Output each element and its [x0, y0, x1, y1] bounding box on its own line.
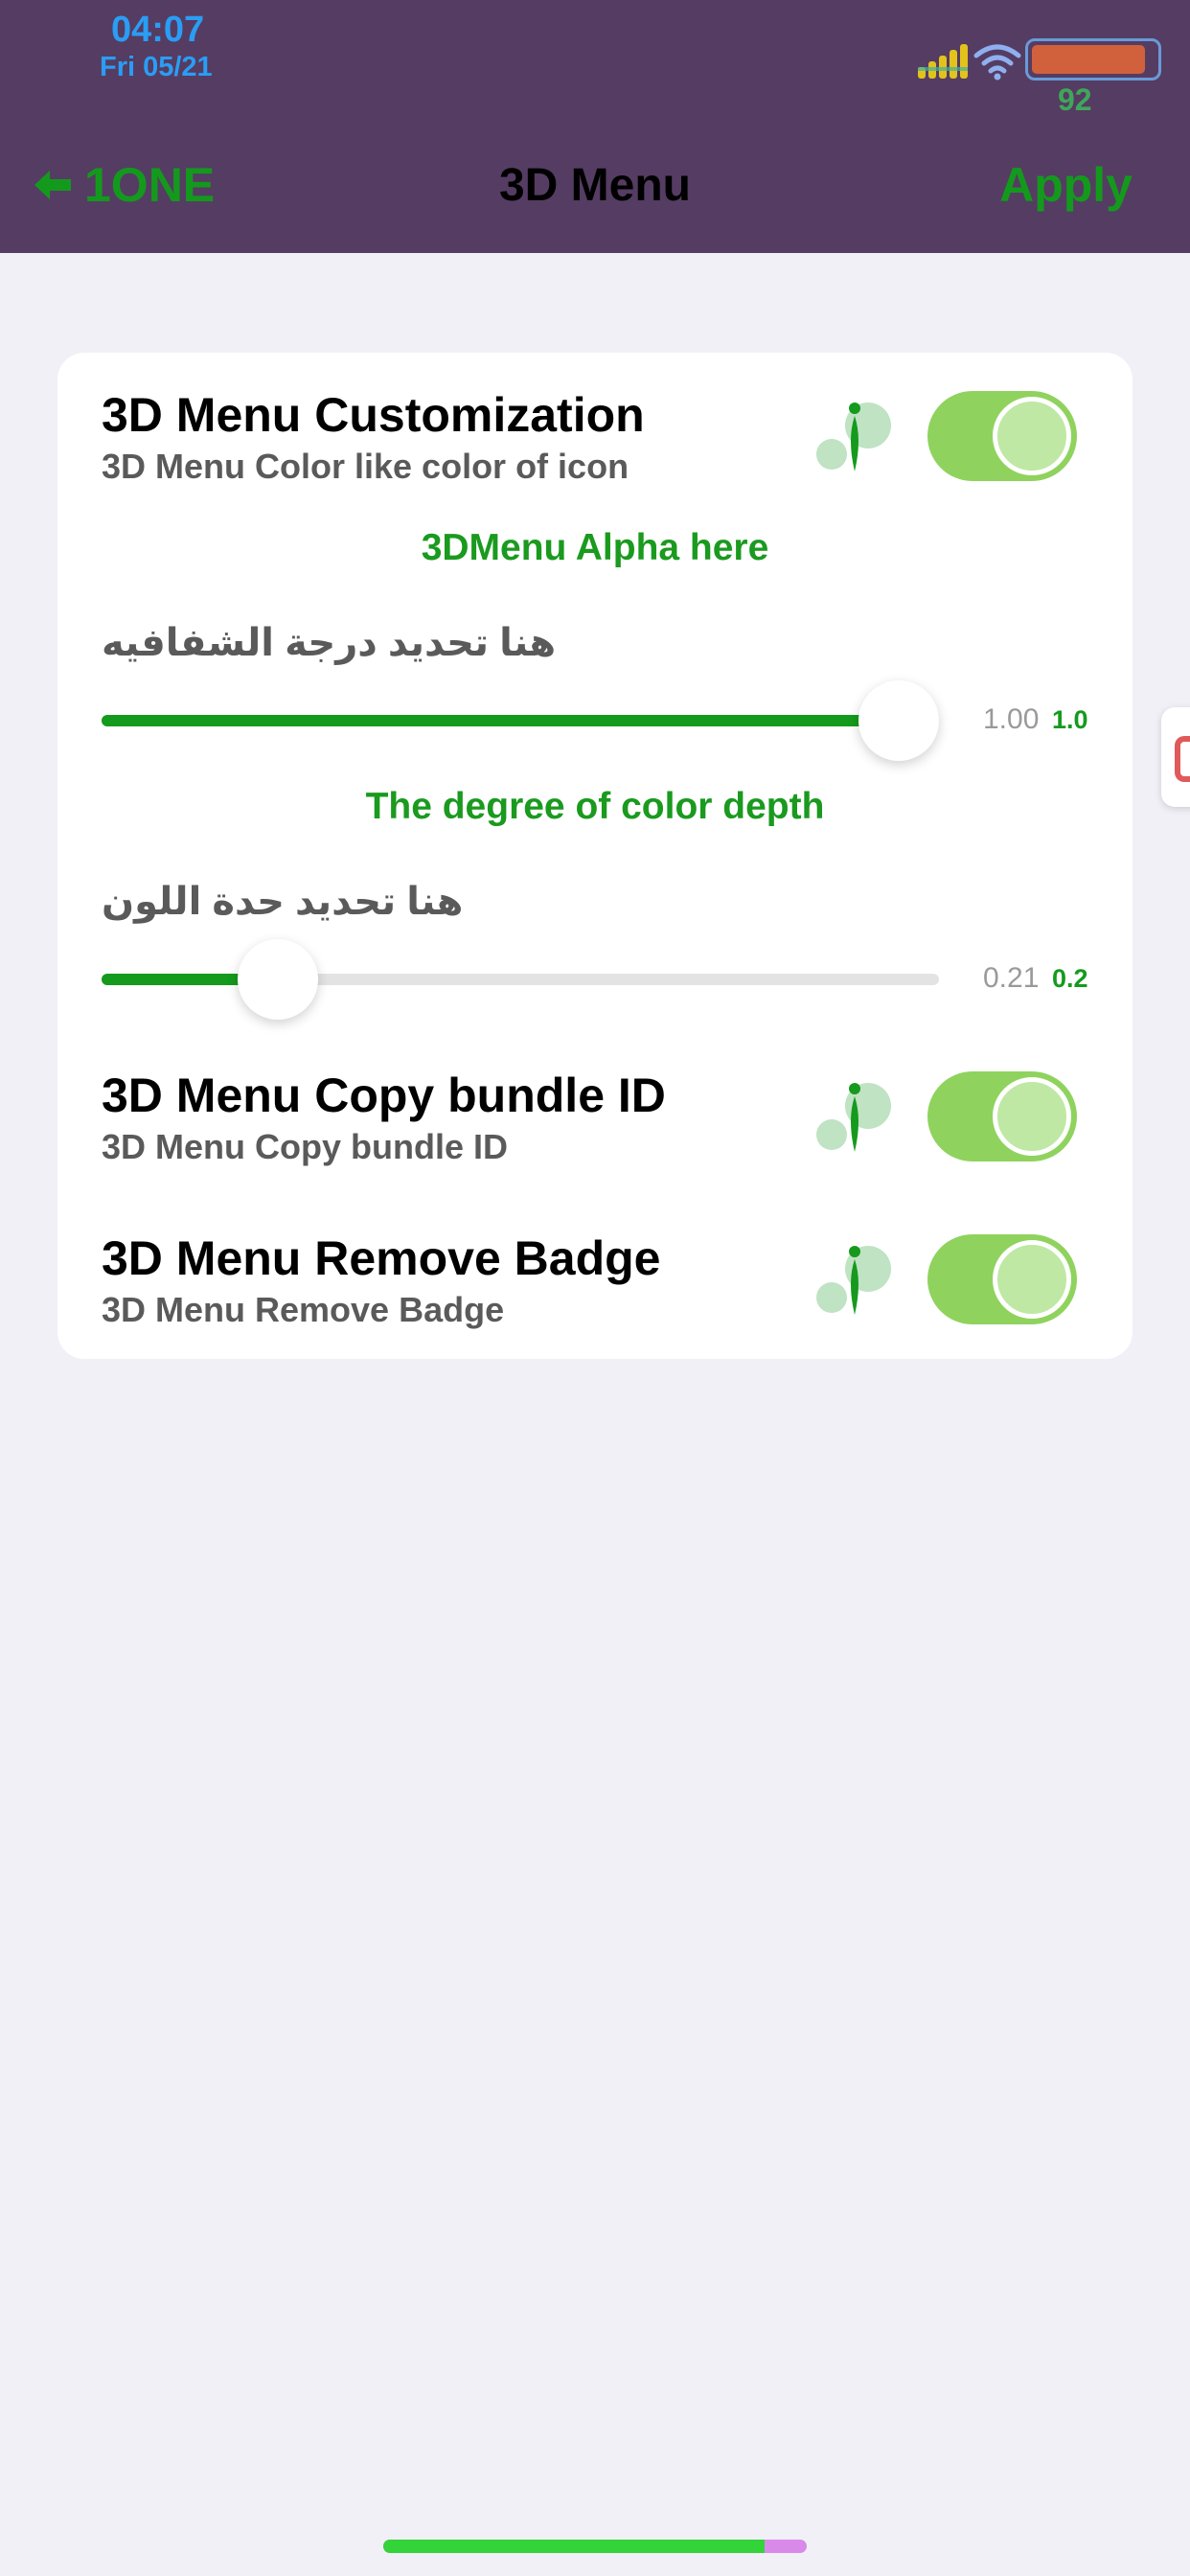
status-time: 04:07 — [111, 10, 205, 50]
alpha-heading: 3DMenu Alpha here — [421, 527, 769, 568]
copy-bundle-toggle[interactable] — [927, 1071, 1077, 1162]
toggle-knob — [993, 1240, 1071, 1319]
status-date: Fri 05/21 — [100, 52, 213, 82]
alpha-value-short: 1.0 — [1052, 705, 1088, 734]
toggle-knob — [993, 1077, 1071, 1156]
remove-badge-toggle[interactable] — [927, 1234, 1077, 1324]
app-icon — [1175, 736, 1190, 782]
depth-value: 0.21 — [983, 962, 1040, 994]
copy-bundle-subtitle: 3D Menu Copy bundle ID — [102, 1127, 509, 1166]
alpha-slider-fill — [102, 715, 939, 726]
depth-heading: The degree of color depth — [365, 786, 825, 827]
alpha-label: هنا تحديد درجة الشفافيه — [102, 622, 557, 664]
customization-subtitle: 3D Menu Color like color of icon — [102, 447, 629, 486]
depth-slider-knob[interactable] — [237, 939, 318, 1020]
customization-toggle[interactable] — [927, 391, 1077, 481]
depth-label: هنا تحديد حدة اللون — [102, 881, 464, 923]
depth-slider[interactable] — [102, 974, 939, 985]
remove-badge-title: 3D Menu Remove Badge — [102, 1231, 661, 1285]
copy-bundle-title: 3D Menu Copy bundle ID — [102, 1069, 666, 1122]
dots-icon — [816, 1083, 891, 1152]
depth-value-short: 0.2 — [1052, 964, 1088, 993]
settings-card — [57, 353, 1133, 1359]
customization-title: 3D Menu Customization — [102, 388, 645, 442]
apply-button[interactable]: Apply — [999, 157, 1133, 213]
alpha-slider-knob[interactable] — [858, 680, 939, 761]
wifi-icon — [973, 44, 1021, 80]
alpha-value: 1.00 — [983, 703, 1040, 735]
toggle-knob — [993, 397, 1071, 475]
signal-bars-icon — [918, 44, 968, 79]
home-indicator-fill — [383, 2540, 765, 2553]
alpha-slider[interactable] — [102, 715, 939, 726]
battery-percent: 92 — [1058, 82, 1092, 117]
dots-icon — [816, 1246, 891, 1315]
battery-icon — [1025, 38, 1161, 80]
header-bar: 04:07 Fri 05/21 92 1ONE 3D Menu Apply — [0, 0, 1190, 253]
home-indicator[interactable] — [383, 2540, 807, 2553]
dots-icon — [816, 402, 891, 472]
floating-side-tab[interactable] — [1161, 707, 1190, 807]
remove-badge-subtitle: 3D Menu Remove Badge — [102, 1290, 505, 1329]
battery-level-fill — [1032, 45, 1145, 74]
